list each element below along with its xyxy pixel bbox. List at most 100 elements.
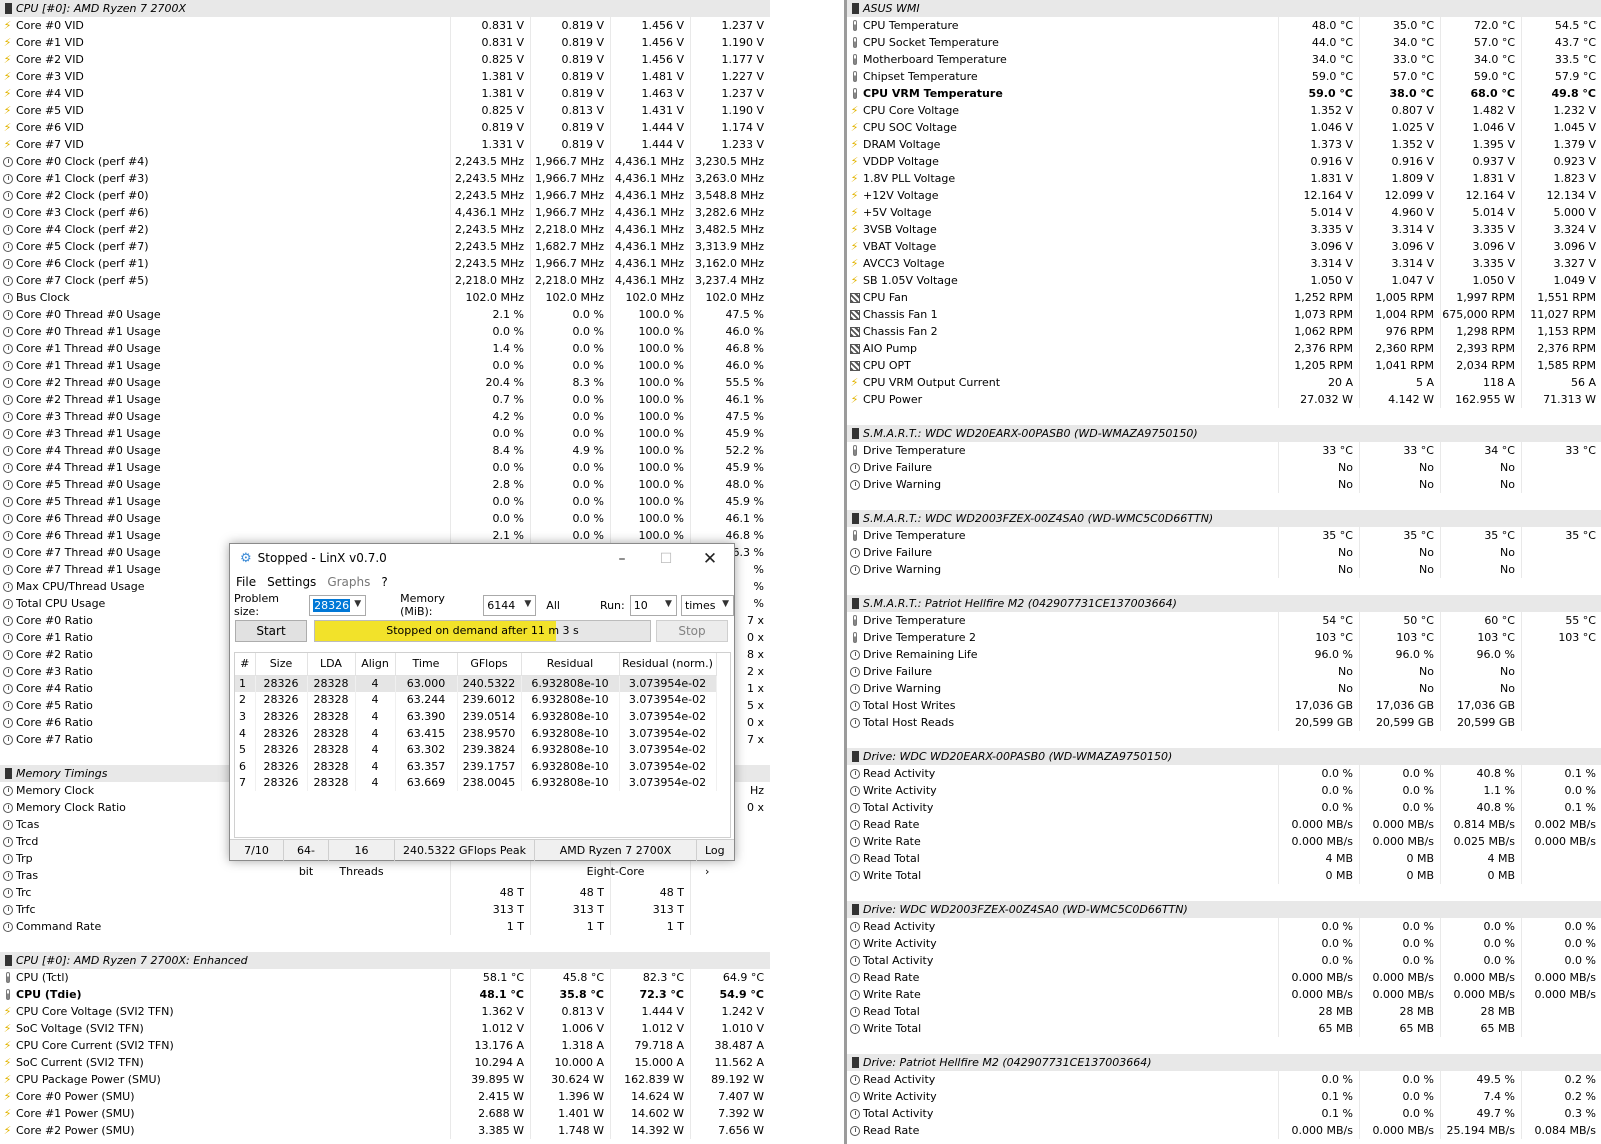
sensor-row[interactable]: Core #6 Thread #0 Usage 0.0 % 0.0 % 100.0 %… (0, 510, 770, 527)
sensor-row[interactable]: AIO Pump 2,376 RPM 2,360 RPM 2,393 RPM 2,376… (847, 340, 1601, 357)
sensor-row[interactable]: Total Activity 0.0 % 0.0 % 0.0 % 0.0 % (847, 952, 1601, 969)
table-row[interactable]: 4 28326 28328 4 63.415 238.9570 6.932808e-10 3.… (235, 724, 717, 742)
minimize-button[interactable]: – (600, 548, 644, 570)
sensor-row[interactable]: Core #2 Thread #0 Usage 20.4 % 8.3 % 100.0 … (0, 374, 770, 391)
sensor-group-header[interactable]: CPU [#0]: AMD Ryzen 7 2700X: Enhanced (0, 952, 770, 969)
sensor-row[interactable]: ⚡ 1.8V PLL Voltage 1.831 V 1.809 V 1.831 V 1.… (847, 170, 1601, 187)
sensor-row[interactable]: Tras (0, 867, 770, 884)
menu-graphs[interactable]: Graphs (327, 575, 370, 589)
column-header[interactable]: GFlops (457, 653, 522, 676)
all-checkbox-label[interactable]: All (546, 599, 560, 612)
sensor-row[interactable]: ⚡ SoC Current (SVI2 TFN) 10.294 A 10.000 A1… (0, 1054, 770, 1071)
sensor-row[interactable]: Core #7 Clock (perf #5) 2,218.0 MHz 2,218.… (0, 272, 770, 289)
sensor-row[interactable]: ⚡ CPU Core Voltage (SVI2 TFN) 1.362 V 0.813… (0, 1003, 770, 1020)
sensor-row[interactable]: Total Host Reads 20,599 GB 20,599 GB 20,599… (847, 714, 1601, 731)
sensor-row[interactable]: ⚡ Core #2 VID 0.825 V 0.819 V 1.456 V 1.177 V (0, 51, 770, 68)
column-header[interactable]: # (235, 653, 256, 676)
sensor-row[interactable]: Read Rate 0.000 MB/s 0.000 MB/s 0.814 MB/s 0… (847, 816, 1601, 833)
sensor-row[interactable]: ⚡ +5V Voltage 5.014 V 4.960 V 5.014 V 5.000 V (847, 204, 1601, 221)
sensor-row[interactable]: Drive Remaining Life 96.0 % 96.0 % 96.0 % (847, 646, 1601, 663)
table-row[interactable]: 6 28326 28328 4 63.357 239.1757 6.932808e-10 3.… (235, 757, 717, 775)
sensor-row[interactable]: Write Rate 0.000 MB/s 0.000 MB/s 0.000 MB/s… (847, 986, 1601, 1003)
sensor-row[interactable]: Write Total 65 MB 65 MB 65 MB (847, 1020, 1601, 1037)
sensor-row[interactable]: Trc 48 T 48 T 48 T (0, 884, 770, 901)
stop-button[interactable]: Stop (656, 620, 728, 642)
sensor-row[interactable]: Core #2 Clock (perf #0) 2,243.5 MHz 1,966.… (0, 187, 770, 204)
sensor-row[interactable]: Read Activity 0.0 % 0.0 % 49.5 % 0.2 % (847, 1071, 1601, 1088)
table-row[interactable]: 1 28326 28328 4 63.000 240.5322 6.932808e-10 3.… (235, 675, 717, 692)
column-header[interactable]: Size (255, 653, 308, 676)
sensor-row[interactable]: ⚡ Core #0 Power (SMU) 2.415 W 1.396 W 14.624… (0, 1088, 770, 1105)
sensor-group-header[interactable]: Drive: WDC WD2003FZEX-00Z4SA0 (WD-WMC5C0… (847, 901, 1601, 918)
sensor-row[interactable]: CPU (Tctl) 58.1 °C 45.8 °C 82.3 °C 64.9 °C (0, 969, 770, 986)
results-table[interactable]: # Size LDA Align Time GFlops Residual Residual … (234, 652, 731, 838)
sensor-row[interactable]: Drive Temperature 54 °C 50 °C 60 °C 55 °C (847, 612, 1601, 629)
sensor-row[interactable]: Core #0 Thread #0 Usage 2.1 % 0.0 % 100.0 %… (0, 306, 770, 323)
sensor-row[interactable]: Total Activity 0.0 % 0.0 % 40.8 % 0.1 % (847, 799, 1601, 816)
sensor-row[interactable]: ⚡ CPU Core Current (SVI2 TFN) 13.176 A 1.31… (0, 1037, 770, 1054)
column-header[interactable]: Residual (521, 653, 620, 676)
sensor-row[interactable]: Drive Warning No No No (847, 561, 1601, 578)
sensor-row[interactable]: ⚡ SB 1.05V Voltage 1.050 V 1.047 V 1.050 V 1.… (847, 272, 1601, 289)
sensor-row[interactable]: ⚡ Core #1 Power (SMU) 2.688 W 1.401 W 14.602… (0, 1105, 770, 1122)
sensor-row[interactable]: ⚡ Core #7 VID 1.331 V 0.819 V 1.444 V 1.233 V (0, 136, 770, 153)
sensor-row[interactable]: Core #3 Thread #0 Usage 4.2 % 0.0 % 100.0 %… (0, 408, 770, 425)
sensor-group-header[interactable]: S.M.A.R.T.: WDC WD20EARX-00PASB0 (WD-WMA… (847, 425, 1601, 442)
column-header[interactable]: LDA (307, 653, 356, 676)
run-unit-combo[interactable]: times ▼ (680, 594, 735, 616)
sensor-row[interactable]: CPU OPT 1,205 RPM 1,041 RPM 2,034 RPM 1,585 … (847, 357, 1601, 374)
sensor-row[interactable]: Chassis Fan 1 1,073 RPM 1,004 RPM 675,000 R… (847, 306, 1601, 323)
sensor-row[interactable]: Core #5 Clock (perf #7) 2,243.5 MHz 1,682.… (0, 238, 770, 255)
sensor-row[interactable]: Drive Warning No No No (847, 680, 1601, 697)
sensor-row[interactable]: ⚡ Core #4 VID 1.381 V 0.819 V 1.463 V 1.237 V (0, 85, 770, 102)
sensor-row[interactable]: ⚡ Core #0 VID 0.831 V 0.819 V 1.456 V 1.237 V (0, 17, 770, 34)
sensor-row[interactable]: ⚡ SoC Voltage (SVI2 TFN) 1.012 V 1.006 V 1.0… (0, 1020, 770, 1037)
sensor-row[interactable]: Read Rate 0.000 MB/s 0.000 MB/s 0.000 MB/s 0… (847, 969, 1601, 986)
menu-help[interactable]: ? (381, 575, 387, 589)
sensor-row[interactable]: Drive Failure No No No (847, 544, 1601, 561)
table-row[interactable]: 5 28326 28328 4 63.302 239.3824 6.932808e-10 3.… (235, 741, 717, 758)
column-header[interactable]: Align (355, 653, 396, 676)
sensor-row[interactable]: Drive Failure No No No (847, 663, 1601, 680)
sensor-row[interactable]: Command Rate 1 T1 T1 T (0, 918, 770, 935)
sensor-row[interactable]: Core #4 Thread #0 Usage 8.4 % 4.9 % 100.0 %… (0, 442, 770, 459)
sensor-row[interactable]: ⚡ Core #3 VID 1.381 V 0.819 V 1.481 V 1.227 V (0, 68, 770, 85)
sensor-row[interactable]: Drive Temperature 33 °C 33 °C 34 °C 33 °C (847, 442, 1601, 459)
sensor-row[interactable]: Drive Failure No No No (847, 459, 1601, 476)
sensor-row[interactable]: ⚡ DRAM Voltage 1.373 V 1.352 V 1.395 V 1.379 … (847, 136, 1601, 153)
sensor-row[interactable]: Core #4 Thread #1 Usage 0.0 % 0.0 % 100.0 %… (0, 459, 770, 476)
sensor-row[interactable]: CPU (Tdie) 48.1 °C 35.8 °C 72.3 °C 54.9 °C (0, 986, 770, 1003)
sensor-row[interactable]: Read Total 28 MB 28 MB 28 MB (847, 1003, 1601, 1020)
sensor-group-header[interactable]: CPU [#0]: AMD Ryzen 7 2700X (0, 0, 770, 17)
sensor-row[interactable]: Write Activity 0.1 % 0.0 % 7.4 % 0.2 % (847, 1088, 1601, 1105)
sensor-row[interactable]: Drive Temperature 35 °C 35 °C 35 °C 35 °C (847, 527, 1601, 544)
sensor-row[interactable]: Read Total 4 MB 0 MB 4 MB (847, 850, 1601, 867)
close-button[interactable]: ✕ (688, 548, 732, 570)
sensor-row[interactable]: Total Activity 0.1 % 0.0 % 49.7 % 0.3 % (847, 1105, 1601, 1122)
sensor-row[interactable]: Chipset Temperature 59.0 °C 57.0 °C 59.0 °C… (847, 68, 1601, 85)
sensor-row[interactable]: ⚡ Core #6 VID 0.819 V 0.819 V 1.444 V 1.174 V (0, 119, 770, 136)
sensor-row[interactable]: Core #1 Thread #0 Usage 1.4 % 0.0 % 100.0 %… (0, 340, 770, 357)
sensor-row[interactable]: Drive Warning No No No (847, 476, 1601, 493)
sensor-row[interactable]: CPU Temperature 48.0 °C 35.0 °C 72.0 °C 54.5… (847, 17, 1601, 34)
sensor-row[interactable]: ⚡ CPU VRM Output Current 20 A5 A 118 A 56 A (847, 374, 1601, 391)
sensor-row[interactable]: Trfc 313 T 313 T 313 T (0, 901, 770, 918)
sensor-panel-right[interactable]: ASUS WMI CPU Temperature 48.0 °C 35.0 °C 72.… (847, 0, 1601, 1144)
sensor-row[interactable]: Total Host Writes 17,036 GB 17,036 GB 17,03… (847, 697, 1601, 714)
sensor-row[interactable]: ⚡ CPU Package Power (SMU) 39.895 W 30.624 W… (0, 1071, 770, 1088)
sensor-row[interactable]: Core #3 Thread #1 Usage 0.0 % 0.0 % 100.0 %… (0, 425, 770, 442)
log-button[interactable]: Log › (697, 840, 733, 878)
sensor-row[interactable]: Core #4 Clock (perf #2) 2,243.5 MHz 2,218.… (0, 221, 770, 238)
sensor-row[interactable]: ⚡ Core #2 Power (SMU) 3.385 W 1.748 W 14.392… (0, 1122, 770, 1139)
sensor-row[interactable]: Motherboard Temperature 34.0 °C 33.0 °C 34.… (847, 51, 1601, 68)
sensor-row[interactable]: Drive Temperature 2 103 °C 103 °C 103 °C 103… (847, 629, 1601, 646)
sensor-group-header[interactable]: S.M.A.R.T.: Patriot Hellfire M2 (0429077… (847, 595, 1601, 612)
sensor-row[interactable]: ⚡ VBAT Voltage 3.096 V 3.096 V 3.096 V 3.096 … (847, 238, 1601, 255)
linx-window[interactable]: ⚙ Stopped - LinX v0.7.0 – ☐ ✕ File Setti… (229, 543, 735, 878)
memory-combo[interactable]: 6144 ▼ (483, 594, 537, 616)
problem-size-combo[interactable]: 28326 ▼ (309, 594, 367, 616)
sensor-row[interactable]: Core #0 Clock (perf #4) 2,243.5 MHz 1,966.… (0, 153, 770, 170)
run-count-combo[interactable]: 10 ▼ (629, 594, 677, 616)
sensor-row[interactable]: ⚡ +12V Voltage 12.164 V 12.099 V 12.164 V 12.… (847, 187, 1601, 204)
sensor-row[interactable]: CPU Fan 1,252 RPM 1,005 RPM 1,997 RPM 1,551 … (847, 289, 1601, 306)
